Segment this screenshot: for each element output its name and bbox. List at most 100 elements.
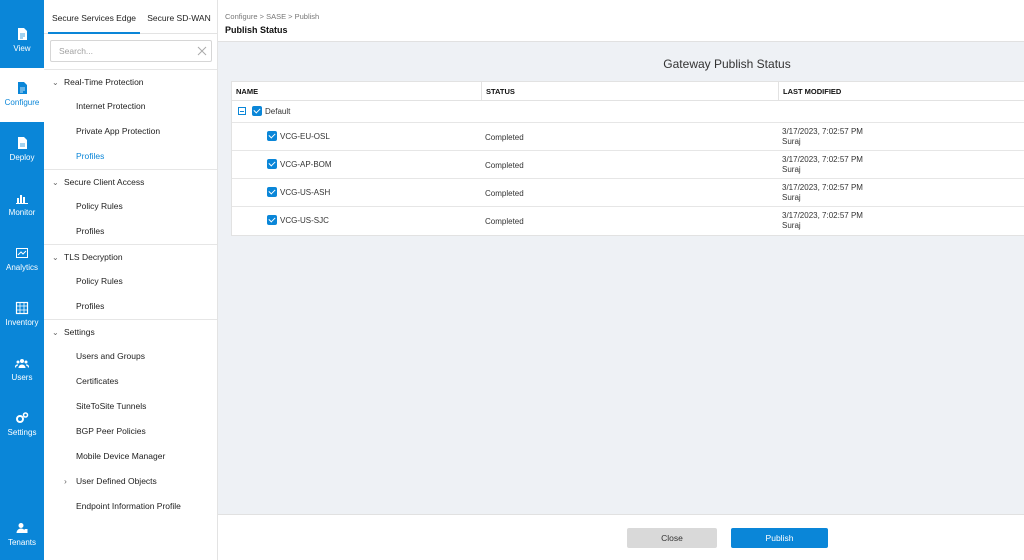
row-checkbox[interactable] [267, 159, 277, 169]
close-icon[interactable] [196, 45, 208, 57]
chevron-down-icon: ⌄ [52, 178, 59, 187]
gears-icon [16, 412, 29, 423]
sidebar-item-profiles[interactable]: Profiles [44, 219, 217, 244]
sidebar-item-sitetosite-tunnels[interactable]: SiteToSite Tunnels [44, 394, 217, 419]
bar-chart-icon [16, 195, 28, 204]
checkbox-checked-icon[interactable] [267, 215, 277, 225]
chevron-right-icon: › [64, 476, 67, 486]
column-header-status[interactable]: STATUS [481, 82, 779, 101]
users-icon [15, 359, 29, 368]
gateway-name: VCG-US-ASH [280, 188, 331, 197]
sidebar-item-private-app-protection[interactable]: Private App Protection [44, 119, 217, 144]
sidebar-item-profiles[interactable]: Profiles [44, 294, 217, 319]
chevron-down-icon: ⌄ [52, 78, 59, 87]
sidebar-item-endpoint-information-profile[interactable]: Endpoint Information Profile [44, 494, 217, 519]
table-row: VCG-US-SJC Completed 3/17/2023, 7:02:57 … [232, 207, 1024, 235]
sidebar-item-profiles[interactable]: Profiles [44, 144, 217, 169]
sidebar-group-settings[interactable]: ⌄ Settings [44, 319, 217, 344]
rail-configure[interactable]: Configure [0, 68, 44, 122]
minus-square-icon[interactable] [238, 106, 246, 115]
search-input[interactable] [50, 40, 212, 62]
rail-label: Tenants [7, 538, 37, 547]
close-button[interactable]: Close [627, 528, 717, 548]
last-modified-user: Suraj [782, 193, 801, 202]
page-title: Publish Status [225, 25, 288, 35]
sidebar-item-policy-rules[interactable]: Policy Rules [44, 269, 217, 294]
tab-secure-sd-wan[interactable]: Secure SD-WAN [144, 0, 214, 34]
publish-status-table: NAME STATUS LAST MODIFIED Default VCG-EU… [231, 81, 1024, 236]
rail-label: Monitor [8, 208, 36, 217]
last-modified-date: 3/17/2023, 7:02:57 PM [782, 155, 863, 164]
table-row: VCG-AP-BOM Completed 3/17/2023, 7:02:57 … [232, 151, 1024, 179]
group-label: Default [265, 107, 291, 116]
checkbox-checked-icon[interactable] [267, 131, 277, 141]
sidebar-group-real-time-protection[interactable]: ⌄ Real-Time Protection [44, 69, 217, 94]
rail-label: Deploy [9, 153, 35, 162]
rail-label: Settings [7, 428, 37, 437]
sidebar-item-internet-protection[interactable]: Internet Protection [44, 94, 217, 119]
rail-label: Analytics [5, 263, 38, 272]
last-modified-user: Suraj [782, 137, 801, 146]
rail-label: View [13, 44, 31, 53]
rail-analytics[interactable]: Analytics [0, 233, 44, 287]
collapse-toggle[interactable] [238, 106, 246, 115]
chevron-down-icon: ⌄ [52, 253, 59, 262]
inventory-icon [15, 301, 29, 315]
sidebar-group-label: Real-Time Protection [64, 77, 144, 87]
left-rail: View Configure Deploy Monitor Analytics … [0, 0, 44, 560]
sidebar-item-mobile-device-manager[interactable]: Mobile Device Manager [44, 444, 217, 469]
group-checkbox[interactable] [252, 106, 262, 116]
sidebar-group-label: TLS Decryption [64, 252, 123, 262]
sidebar-group-label: Secure Client Access [64, 177, 145, 187]
rail-users[interactable]: Users [0, 343, 44, 397]
status-text: Completed [485, 189, 524, 198]
rail-label: Inventory [5, 318, 39, 327]
status-text: Completed [485, 161, 524, 170]
checkbox-checked-icon[interactable] [252, 106, 262, 116]
sidebar-item-bgp-peer-policies[interactable]: BGP Peer Policies [44, 419, 217, 444]
column-header-last-modified[interactable]: LAST MODIFIED [778, 82, 1024, 101]
sidebar: Secure Services Edge Secure SD-WAN ⌄ Real… [44, 0, 218, 560]
status-text: Completed [485, 133, 524, 142]
gateway-name: VCG-US-SJC [280, 216, 329, 225]
action-footer: Close Publish [218, 514, 1024, 560]
gateway-name: VCG-AP-BOM [280, 160, 332, 169]
rail-deploy[interactable]: Deploy [0, 123, 44, 177]
sidebar-tabs: Secure Services Edge Secure SD-WAN [44, 0, 217, 34]
row-checkbox[interactable] [267, 187, 277, 197]
sidebar-group-label: Settings [64, 327, 95, 337]
tab-secure-services-edge[interactable]: Secure Services Edge [48, 0, 140, 34]
sidebar-item-label: User Defined Objects [76, 476, 157, 486]
rail-monitor[interactable]: Monitor [0, 178, 44, 232]
rail-tenants[interactable]: Tenants [0, 508, 44, 560]
publish-button[interactable]: Publish [731, 528, 828, 548]
table-group-row: Default [232, 101, 1024, 123]
row-checkbox[interactable] [267, 131, 277, 141]
sidebar-item-certificates[interactable]: Certificates [44, 369, 217, 394]
sidebar-group-secure-client-access[interactable]: ⌄ Secure Client Access [44, 169, 217, 194]
sidebar-item-policy-rules[interactable]: Policy Rules [44, 194, 217, 219]
deploy-doc-icon [18, 137, 27, 149]
panel-title: Gateway Publish Status [663, 57, 791, 71]
configure-doc-icon [18, 82, 27, 94]
last-modified-user: Suraj [782, 221, 801, 230]
tenant-icon [16, 523, 28, 533]
last-modified-date: 3/17/2023, 7:02:57 PM [782, 127, 863, 136]
checkbox-checked-icon[interactable] [267, 187, 277, 197]
row-checkbox[interactable] [267, 215, 277, 225]
column-header-name[interactable]: NAME [232, 82, 482, 101]
last-modified-date: 3/17/2023, 7:02:57 PM [782, 183, 863, 192]
rail-inventory[interactable]: Inventory [0, 288, 44, 342]
checkbox-checked-icon[interactable] [267, 159, 277, 169]
document-icon [18, 28, 27, 40]
status-text: Completed [485, 217, 524, 226]
rail-settings[interactable]: Settings [0, 398, 44, 452]
last-modified-user: Suraj [782, 165, 801, 174]
rail-view[interactable]: View [0, 14, 44, 68]
breadcrumb: Configure > SASE > Publish [225, 12, 320, 21]
table-header: NAME STATUS LAST MODIFIED [232, 82, 1024, 101]
sidebar-group-tls-decryption[interactable]: ⌄ TLS Decryption [44, 244, 217, 269]
sidebar-item-users-and-groups[interactable]: Users and Groups [44, 344, 217, 369]
sidebar-nav: ⌄ Real-Time Protection Internet Protectio… [44, 69, 217, 519]
sidebar-item-user-defined-objects[interactable]: › User Defined Objects [44, 469, 217, 494]
